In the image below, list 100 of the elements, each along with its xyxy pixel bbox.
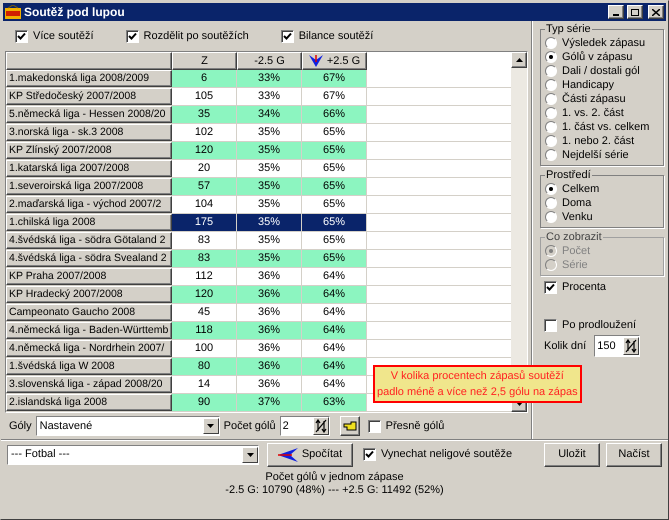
table-row[interactable]: 4.německá liga - Baden-Württemb 118 36% 64% bbox=[6, 322, 511, 340]
checkbox[interactable] bbox=[544, 281, 557, 294]
table-row[interactable]: 4.švédská liga - södra Götaland 2 83 35% 65% bbox=[6, 232, 511, 250]
table-cell: 83 bbox=[172, 250, 237, 267]
sort-arrow-icon bbox=[308, 55, 323, 67]
competition-name: 4.švédská liga - södra Götaland 2 bbox=[6, 232, 172, 249]
option-checkbox[interactable]: Rozdělit po soutěžích bbox=[126, 28, 249, 44]
table-cell: 65% bbox=[302, 142, 367, 159]
checkbox-label: Rozdělit po soutěžích bbox=[144, 28, 249, 44]
up-down-arrows-icon bbox=[314, 419, 327, 433]
tooltip: V kolika procentech zápasů soutěží padlo méně a více než 2,5 gólu na zápas bbox=[373, 365, 582, 403]
table-cell: 37% bbox=[237, 394, 302, 411]
table-cell: 120 bbox=[172, 286, 237, 303]
sport-dropdown[interactable]: --- Fotbal --- bbox=[7, 444, 259, 464]
radio-button[interactable] bbox=[545, 149, 557, 161]
radio-label: Celkem bbox=[562, 182, 600, 196]
table-cell: 34% bbox=[237, 106, 302, 123]
app-logo-icon bbox=[5, 5, 21, 19]
table-cell: 120 bbox=[172, 142, 237, 159]
radio-button[interactable] bbox=[545, 51, 557, 63]
radio-button[interactable] bbox=[545, 107, 557, 119]
table-row[interactable]: 1.chilská liga 2008 175 35% 65% bbox=[6, 214, 511, 232]
maximize-icon bbox=[631, 8, 639, 16]
up-down-arrows-icon bbox=[625, 339, 638, 353]
group-title: Typ série bbox=[545, 23, 592, 36]
competition-name: 1.švédská liga W 2008 bbox=[6, 358, 172, 375]
table-row[interactable]: 3.norská liga - sk.3 2008 102 35% 65% bbox=[6, 124, 511, 142]
table-cell: 35% bbox=[237, 178, 302, 195]
option-checkbox[interactable]: Více soutěží bbox=[15, 28, 94, 44]
checkbox[interactable] bbox=[15, 30, 28, 42]
percent-checkbox[interactable]: Procenta bbox=[544, 281, 664, 294]
table-cell: 57 bbox=[172, 178, 237, 195]
checkbox[interactable] bbox=[544, 319, 557, 332]
goals-dropdown[interactable]: Nastavené bbox=[36, 416, 220, 436]
compute-button[interactable]: Spočítat bbox=[267, 442, 353, 466]
radio-button[interactable] bbox=[545, 93, 557, 105]
table-cell: 64% bbox=[302, 322, 367, 339]
spin-button[interactable] bbox=[623, 337, 640, 355]
table-row[interactable]: KP Hradecký 2007/2008 120 36% 64% bbox=[6, 286, 511, 304]
radio-button[interactable] bbox=[545, 79, 557, 91]
table-row[interactable]: KP Středočeský 2007/2008 105 33% 67% bbox=[6, 88, 511, 106]
table-row[interactable]: 2.maďarská liga - východ 2007/2 104 35% 65% bbox=[6, 196, 511, 214]
competition-name: 4.německá liga - Nordrhein 2007/ bbox=[6, 340, 172, 357]
table-row[interactable]: 1.makedonská liga 2008/2009 6 33% 67% bbox=[6, 70, 511, 88]
table-cell: 65% bbox=[302, 250, 367, 267]
table-row[interactable]: 4.švédská liga - södra Svealand 2 83 35% 65% bbox=[6, 250, 511, 268]
radio-button[interactable] bbox=[545, 37, 557, 49]
column-header[interactable]: +2.5 G bbox=[302, 52, 367, 70]
table-row[interactable]: 5.německá liga - Hessen 2008/20 35 34% 66% bbox=[6, 106, 511, 124]
load-button[interactable]: Načíst bbox=[606, 442, 662, 466]
save-button[interactable]: Uložit bbox=[544, 442, 600, 466]
overtime-checkbox[interactable]: Po prodloužení bbox=[544, 319, 664, 332]
table-cell: 65% bbox=[302, 178, 367, 195]
checkbox[interactable] bbox=[126, 30, 139, 42]
goal-count-label: Počet gólů bbox=[224, 418, 276, 434]
competition-name: 4.německá liga - Baden-Württemb bbox=[6, 322, 172, 339]
radio-button[interactable] bbox=[545, 135, 557, 147]
caret-icon bbox=[246, 452, 254, 456]
radio-button[interactable] bbox=[545, 121, 557, 133]
table-row[interactable]: KP Zlínský 2007/2008 120 35% 65% bbox=[6, 142, 511, 160]
days-field[interactable]: 150 bbox=[594, 335, 640, 357]
minimize-button[interactable] bbox=[608, 5, 624, 19]
radio-button[interactable] bbox=[545, 197, 557, 209]
radio-label: 1. vs. 2. část bbox=[562, 106, 624, 120]
radio-button[interactable] bbox=[545, 65, 557, 77]
checkbox[interactable] bbox=[368, 420, 381, 432]
radio-label: Doma bbox=[562, 196, 592, 210]
radio-label: 1. část vs. celkem bbox=[562, 120, 650, 134]
competition-name: 2.maďarská liga - východ 2007/2 bbox=[6, 196, 172, 213]
checkbox-label: Procenta bbox=[562, 281, 606, 294]
maximize-button[interactable] bbox=[627, 5, 643, 19]
table-cell: 36% bbox=[237, 286, 302, 303]
checkbox[interactable] bbox=[363, 448, 376, 461]
skip-checkbox[interactable]: Vynechat neligové soutěže bbox=[363, 446, 540, 463]
table-row[interactable]: Campeonato Gaucho 2008 45 36% 64% bbox=[6, 304, 511, 322]
scroll-up-icon[interactable] bbox=[516, 58, 522, 62]
radio-button[interactable] bbox=[545, 183, 557, 195]
table-row[interactable]: 4.německá liga - Nordrhein 2007/ 100 36% 64% bbox=[6, 340, 511, 358]
days-label: Kolik dní bbox=[544, 340, 586, 352]
table-row[interactable]: 1.katarská liga 2007/2008 20 35% 65% bbox=[6, 160, 511, 178]
column-header[interactable]: -2.5 G bbox=[237, 52, 302, 70]
column-header[interactable]: Z bbox=[172, 52, 237, 70]
table-cell: 64% bbox=[302, 286, 367, 303]
caret-icon bbox=[207, 424, 214, 428]
table-row[interactable]: KP Praha 2007/2008 112 36% 64% bbox=[6, 268, 511, 286]
radio-label: Počet bbox=[562, 244, 590, 258]
exact-goals-checkbox[interactable]: Přesně gólů bbox=[368, 418, 444, 434]
radio-label: Výsledek zápasu bbox=[562, 36, 646, 50]
close-button[interactable] bbox=[648, 5, 664, 19]
option-checkbox[interactable]: Bilance soutěží bbox=[280, 28, 374, 44]
spin-button[interactable] bbox=[312, 417, 329, 435]
goal-count-field[interactable]: 2 bbox=[280, 416, 330, 436]
table-cell: 63% bbox=[302, 394, 367, 411]
table-row[interactable]: 1.severoirská liga 2007/2008 57 35% 65% bbox=[6, 178, 511, 196]
pointing-hand-button[interactable] bbox=[340, 416, 360, 436]
competition-name: 4.švédská liga - södra Svealand 2 bbox=[6, 250, 172, 267]
table-cell: 118 bbox=[172, 322, 237, 339]
group-title: Prostředí bbox=[545, 169, 592, 182]
checkbox[interactable] bbox=[280, 30, 294, 42]
radio-button[interactable] bbox=[545, 211, 557, 223]
